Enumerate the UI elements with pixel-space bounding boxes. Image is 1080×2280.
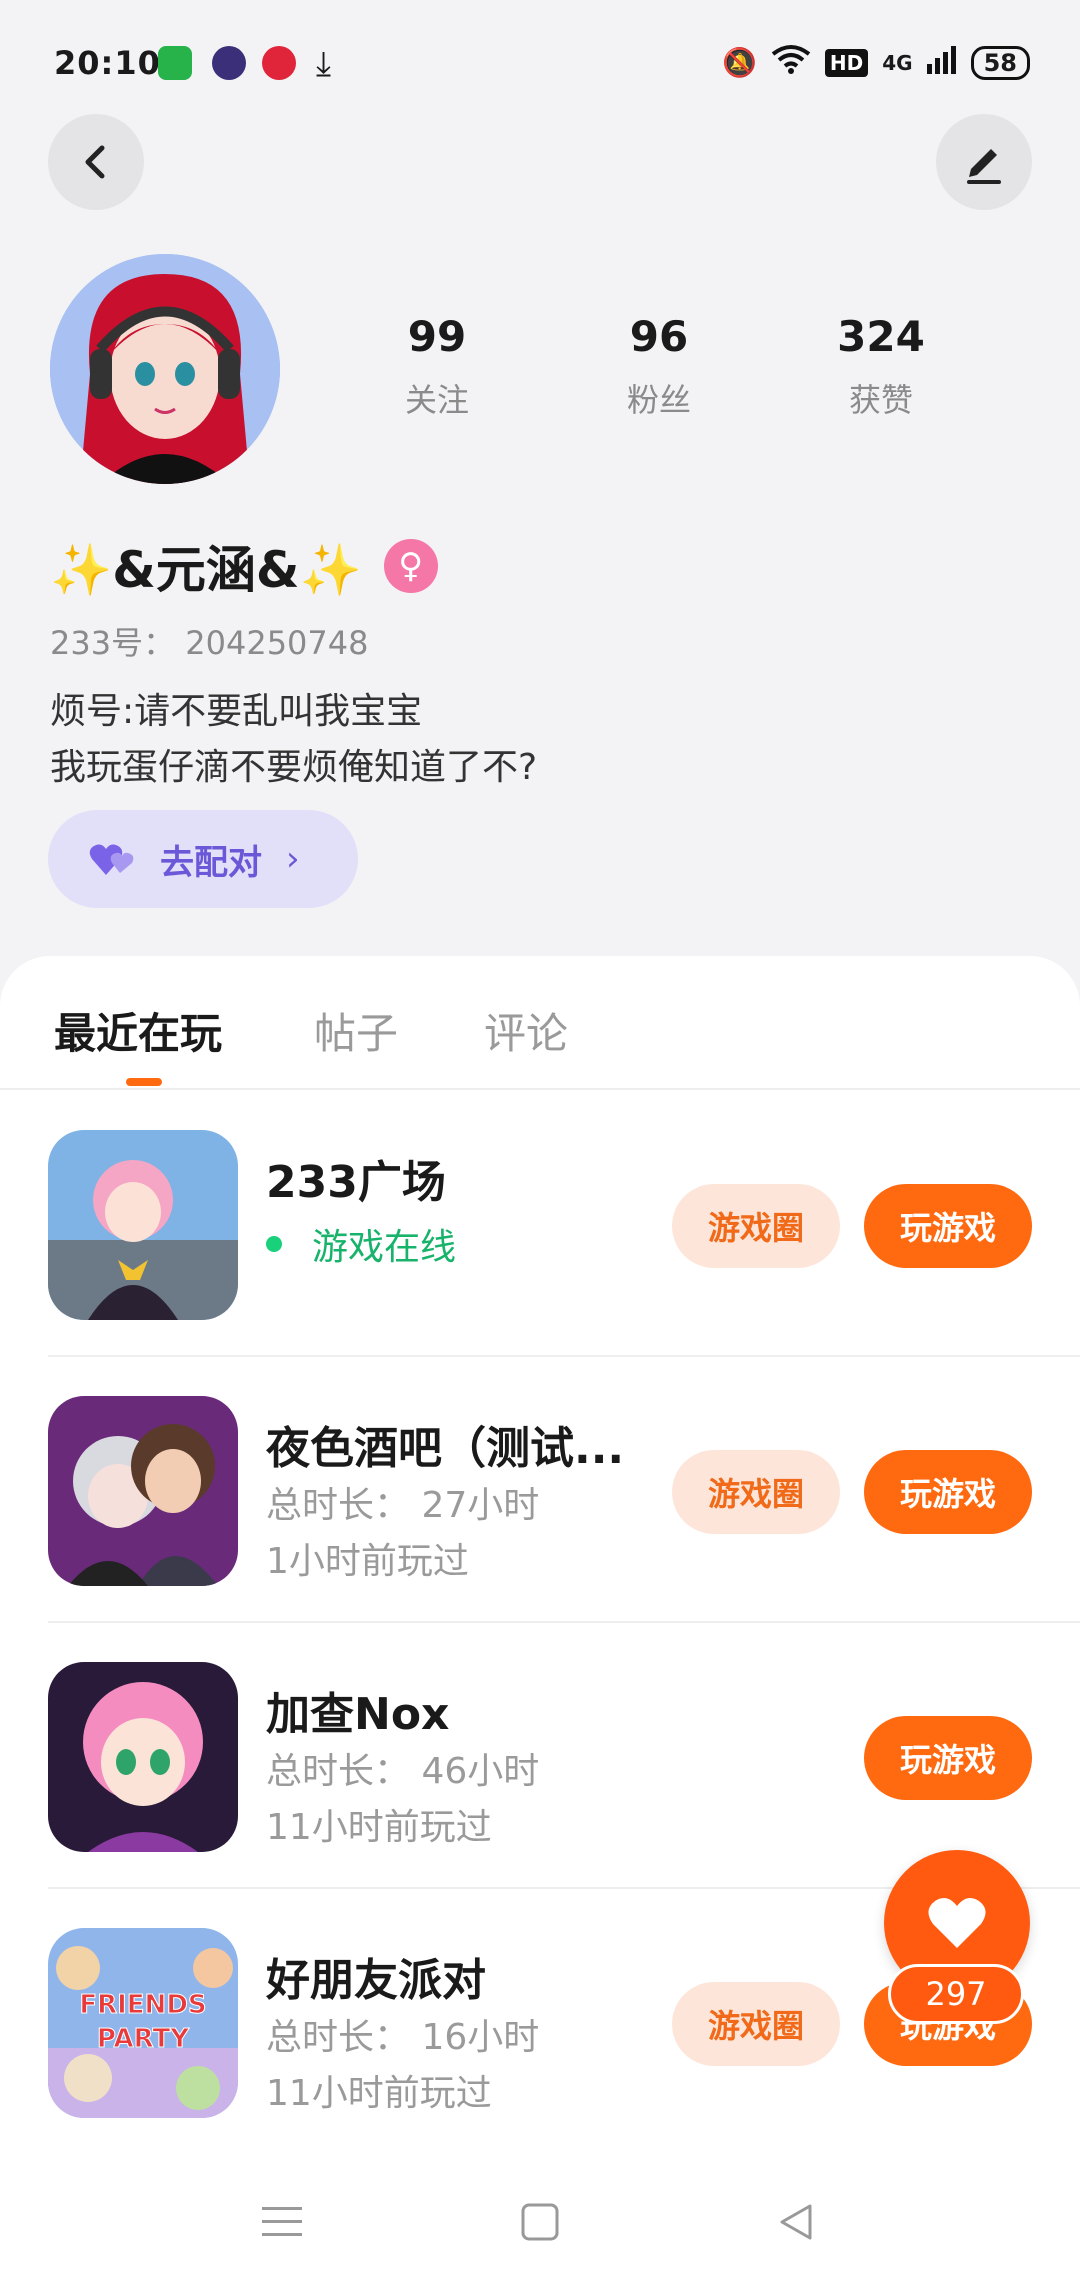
browser-icon [212,46,246,80]
tab-comments[interactable]: 评论 [484,1000,568,1061]
game-row[interactable]: 233广场 游戏在线 游戏圈 玩游戏 [48,1090,1080,1357]
status-bar: 20:10 ⤓ 🔕 HD 4G 58 [0,0,1080,120]
chevron-left-icon [85,145,105,179]
game-name: 夜色酒吧（测试... [266,1423,625,1474]
match-label: 去配对 [160,842,262,883]
stat-label: 获赞 [848,381,913,419]
female-gender-icon: ♀ [383,539,438,593]
last-played: 1小时前玩过 [266,1541,469,1582]
status-time: 20:10 [54,44,161,82]
back-nav-button[interactable] [766,2192,826,2252]
game-icon[interactable]: FRIENDS PARTY [48,1928,238,2118]
like-count: 297 [888,1964,1024,2024]
game-icon-image [48,1396,238,1586]
edit-profile-button[interactable] [936,114,1032,210]
game-name: 233广场 [266,1157,446,1208]
online-status-label: 游戏在线 [312,1227,457,1268]
stat-label: 关注 [404,381,469,419]
stat-value: 99 [407,312,467,361]
game-icon-image [48,1130,238,1320]
game-row[interactable]: 加查Nox 总时长： 46小时 11小时前玩过 玩游戏 [48,1622,1080,1889]
play-duration: 总时长： 27小时 [266,1485,540,1526]
hd-icon: HD [824,48,869,77]
game-icon[interactable] [48,1130,238,1320]
play-duration: 总时长： 16小时 [266,2017,540,2058]
heart-icon [928,1897,986,1948]
play-game-button[interactable]: 玩游戏 [864,1184,1032,1268]
wifi-icon [771,44,811,81]
stat-likes[interactable]: 324 获赞 [806,312,956,421]
last-played: 11小时前玩过 [266,2073,492,2114]
bio: 烦号:请不要乱叫我宝宝 我玩蛋仔滴不要烦俺知道了不? [50,684,537,796]
game-name: 加查Nox [266,1689,450,1740]
game-circle-button[interactable]: 游戏圈 [672,1450,840,1534]
game-row[interactable]: 夜色酒吧（测试... 总时长： 27小时 1小时前玩过 游戏圈 玩游戏 [48,1356,1080,1623]
network-label: 4G [882,50,913,75]
home-icon [521,2203,559,2241]
stat-value: 96 [629,312,689,361]
tab-posts[interactable]: 帖子 [314,1000,398,1061]
back-triangle-icon [780,2204,812,2240]
battery-icon: 58 [970,45,1030,80]
play-duration: 总时长： 46小时 [266,1751,540,1792]
game-circle-button[interactable]: 游戏圈 [672,1982,840,2066]
avatar-image [50,254,280,484]
user-id[interactable]: 233号： 204250748 [50,618,369,664]
stat-label: 粉丝 [626,381,691,419]
game-name: 好朋友派对 [266,1955,486,2006]
game-circle-button[interactable]: 游戏圈 [672,1184,840,1268]
game-icon[interactable] [48,1396,238,1586]
tab-bar: 最近在玩 帖子 评论 [0,956,1080,1090]
tab-recent-games[interactable]: 最近在玩 [54,1000,222,1061]
signal-icon [926,44,957,81]
video-icon [262,46,296,80]
wechat-like-icon [158,46,192,80]
stat-value: 324 [837,312,925,361]
last-played: 11小时前玩过 [266,1807,492,1848]
menu-icon [262,2207,302,2236]
download-icon: ⤓ [316,44,332,84]
play-game-button[interactable]: 玩游戏 [864,1450,1032,1534]
nickname: ✨&元涵&✨ [50,541,362,599]
hearts-icon [89,844,134,875]
avatar[interactable] [50,254,280,484]
nickname-row: ✨&元涵&✨ ♀ [50,530,438,602]
online-status: 游戏在线 [266,1218,456,1270]
chevron-right-icon: › [286,839,300,879]
online-dot-icon [266,1236,282,1252]
match-button[interactable]: 去配对 › [48,810,358,908]
mute-icon: 🔕 [722,46,757,79]
back-button[interactable] [48,114,144,210]
game-icon[interactable] [48,1662,238,1852]
bio-line: 烦号:请不要乱叫我宝宝 [50,691,423,732]
edit-icon [967,149,1001,184]
stat-followers[interactable]: 96 粉丝 [584,312,734,421]
stat-following[interactable]: 99 关注 [362,312,512,421]
tab-indicator [126,1078,162,1086]
bio-line: 我玩蛋仔滴不要烦俺知道了不? [50,747,538,788]
system-nav-bar [0,2166,1080,2280]
game-icon-title: FRIENDS PARTY [79,1990,207,2055]
menu-nav-button[interactable] [252,2192,312,2252]
game-icon-image [48,1662,238,1852]
play-game-button[interactable]: 玩游戏 [864,1716,1032,1800]
home-nav-button[interactable] [510,2192,570,2252]
